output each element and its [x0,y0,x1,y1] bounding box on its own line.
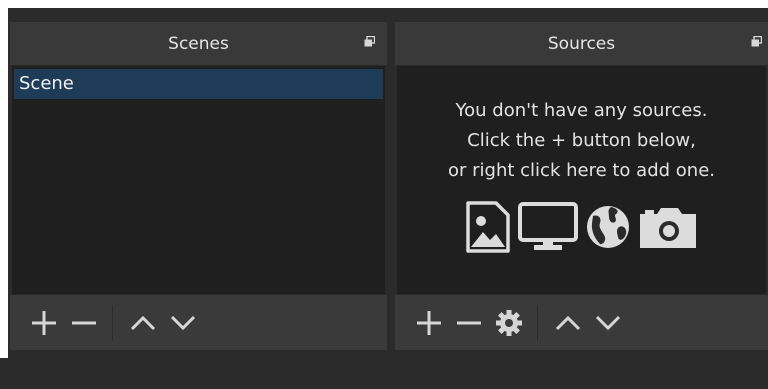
move-source-up-button[interactable] [548,303,588,343]
plus-icon [417,310,441,335]
globe-icon [586,206,629,248]
toolbar-separator [537,304,538,341]
scene-item-label: Scene [19,73,74,94]
minus-icon [72,321,96,324]
empty-sources-message: You don't have any sources. Click the + … [397,96,766,186]
chevron-down-icon [170,315,196,330]
plus-icon [32,310,56,335]
chevron-down-icon [595,315,621,330]
source-properties-button[interactable] [489,303,529,343]
scenes-dock: Scenes Scene [10,22,387,350]
chevron-up-icon [130,315,156,330]
toolbar-separator [112,304,113,341]
move-source-down-button[interactable] [588,303,628,343]
camera-icon [639,208,696,248]
scenes-dock-title: Scenes [168,33,229,54]
empty-message-line: Click the + button below, [467,130,696,151]
display-icon [517,202,578,250]
minus-icon [457,321,481,324]
empty-message-line: or right click here to add one. [448,160,715,181]
gear-icon [496,309,522,336]
empty-message-line: You don't have any sources. [455,100,708,121]
scene-list-item[interactable]: Scene [14,69,383,99]
image-icon [465,201,510,253]
scenes-dock-title-bar[interactable]: Scenes [10,22,387,65]
scenes-toolbar [10,295,387,350]
remove-source-button[interactable] [449,303,489,343]
remove-scene-button[interactable] [64,303,104,343]
undock-icon[interactable] [364,36,375,47]
move-scene-down-button[interactable] [163,303,203,343]
chevron-up-icon [555,315,581,330]
undock-icon[interactable] [751,36,762,47]
move-scene-up-button[interactable] [123,303,163,343]
sources-dock-title-bar[interactable]: Sources [395,22,768,65]
sources-list[interactable]: You don't have any sources. Click the + … [397,66,766,294]
source-type-hint-icons [397,201,766,253]
sources-dock: Sources You don't have any sources. Clic… [395,22,768,350]
sources-dock-title: Sources [547,33,616,54]
add-source-button[interactable] [409,303,449,343]
status-strip [0,358,768,389]
scenes-list[interactable]: Scene [12,66,385,294]
add-scene-button[interactable] [24,303,64,343]
sources-toolbar [395,295,768,350]
